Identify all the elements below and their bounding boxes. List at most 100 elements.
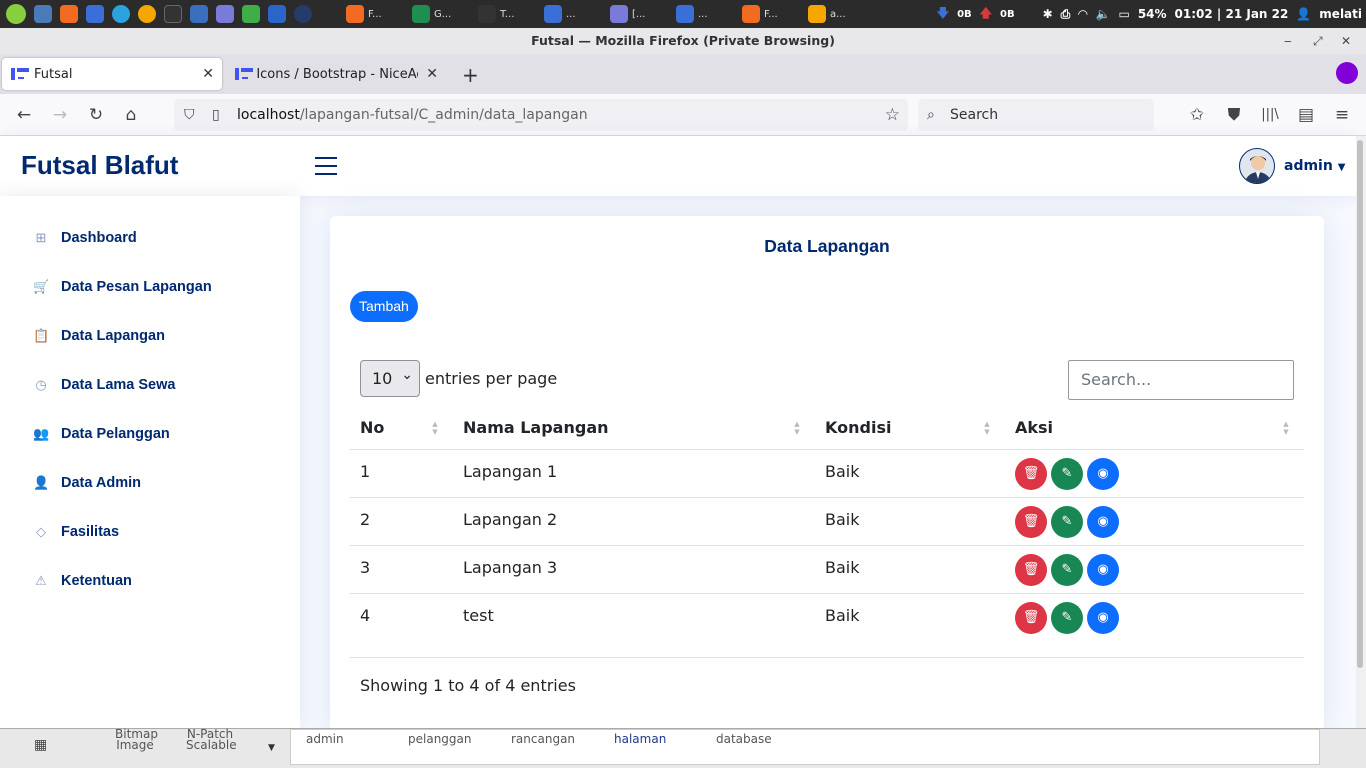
path-item[interactable]: rancangan: [511, 732, 575, 746]
tab-futsal[interactable]: Futsal ✕: [2, 58, 222, 90]
column-header-no[interactable]: No: [360, 407, 384, 449]
sidebar-item-data-pelanggan[interactable]: 👥 Data Pelanggan: [33, 422, 170, 446]
camera-icon: [190, 5, 208, 23]
taskbar-window-7[interactable]: a...: [804, 0, 864, 28]
battery-icon[interactable]: ▭: [1118, 7, 1129, 21]
start-menu-button[interactable]: [0, 0, 30, 28]
taskbar-window-3[interactable]: ...: [540, 0, 600, 28]
quicklaunch-browser[interactable]: [30, 0, 56, 28]
delete-button[interactable]: 🗑: [1015, 506, 1047, 538]
grid-view-icon[interactable]: ▦: [34, 737, 47, 753]
pencil-icon: ✎: [1061, 562, 1073, 577]
session-user[interactable]: melati: [1319, 7, 1362, 21]
sort-icon[interactable]: ▲ ▼: [983, 420, 991, 436]
extensions-icon[interactable]: ✩: [1186, 104, 1208, 126]
close-window-icon[interactable]: ✕: [1341, 28, 1351, 54]
app-menu-icon[interactable]: ≡: [1331, 104, 1353, 126]
close-tab-icon[interactable]: ✕: [426, 66, 438, 82]
sort-icon[interactable]: ▲ ▼: [1282, 420, 1290, 436]
add-button[interactable]: Tambah: [350, 291, 418, 322]
quicklaunch-firefox[interactable]: [56, 0, 82, 28]
column-header-aksi[interactable]: Aksi: [1015, 407, 1053, 449]
path-item[interactable]: halaman: [614, 732, 666, 746]
brand-logo[interactable]: Futsal Blafut: [21, 150, 178, 181]
path-item[interactable]: database: [716, 732, 772, 746]
quicklaunch-telegram[interactable]: [108, 0, 134, 28]
quicklaunch-calc[interactable]: [238, 0, 264, 28]
scrollbar-thumb[interactable]: [1357, 140, 1363, 668]
edit-button[interactable]: ✎: [1051, 506, 1083, 538]
clock[interactable]: 01:02 | 21 Jan 22: [1175, 7, 1289, 21]
taskbar-window-2[interactable]: T...: [474, 0, 534, 28]
sidebar-item-ketentuan[interactable]: ⚠ Ketentuan: [33, 569, 132, 593]
library-icon[interactable]: |||\: [1259, 104, 1281, 126]
sort-icon[interactable]: ▲ ▼: [793, 420, 801, 436]
printer-icon[interactable]: ⎙: [1061, 7, 1071, 22]
avatar[interactable]: [1239, 148, 1275, 184]
wifi-icon[interactable]: ◠: [1078, 7, 1087, 21]
delete-button[interactable]: 🗑: [1015, 602, 1047, 634]
sidebar-item-data-admin[interactable]: 👤 Data Admin: [33, 471, 141, 495]
bluetooth-icon[interactable]: ✱: [1043, 7, 1053, 21]
taskbar-window-4[interactable]: [...: [606, 0, 666, 28]
user-menu-toggle[interactable]: admin ▼: [1284, 158, 1345, 174]
delete-button[interactable]: 🗑: [1015, 458, 1047, 490]
sidebar-item-dashboard[interactable]: ⊞ Dashboard: [33, 226, 137, 250]
sidebar-toggle-icon[interactable]: ▤: [1295, 104, 1317, 126]
clipboard-icon: 📋: [33, 328, 50, 343]
file-icon: [676, 5, 694, 23]
minimize-icon[interactable]: ‒: [1284, 28, 1292, 54]
taskbar-window-6[interactable]: F...: [738, 0, 798, 28]
address-bar[interactable]: ⛉ ▯ localhost/lapangan-futsal/C_admin/da…: [174, 99, 908, 131]
path-item[interactable]: pelanggan: [408, 732, 472, 746]
new-tab-icon[interactable]: +: [462, 63, 479, 87]
forward-icon[interactable]: →: [49, 104, 71, 126]
sidebar-item-fasilitas[interactable]: ◇ Fasilitas: [33, 520, 119, 544]
quicklaunch-app[interactable]: [134, 0, 160, 28]
bookmark-star-icon[interactable]: ☆: [885, 99, 900, 131]
taskbar-window-0[interactable]: F...: [342, 0, 402, 28]
view-button[interactable]: ◉: [1087, 458, 1119, 490]
close-tab-icon[interactable]: ✕: [202, 66, 214, 82]
view-button[interactable]: ◉: [1087, 554, 1119, 586]
dropdown-arrow-icon[interactable]: ▼: [268, 743, 275, 753]
pocket-icon[interactable]: ⛊: [1223, 104, 1245, 126]
page-info-icon[interactable]: ▯: [212, 99, 220, 131]
entries-per-page-select[interactable]: 10: [360, 358, 420, 397]
column-header-kondisi[interactable]: Kondisi: [825, 407, 891, 449]
quicklaunch-screenshot[interactable]: [186, 0, 212, 28]
view-button[interactable]: ◉: [1087, 602, 1119, 634]
quicklaunch-python[interactable]: [290, 0, 316, 28]
quicklaunch-tasks[interactable]: [264, 0, 290, 28]
quicklaunch-terminal[interactable]: [160, 0, 186, 28]
home-icon[interactable]: ⌂: [120, 104, 142, 126]
sidebar-item-data-lama-sewa[interactable]: ◷ Data Lama Sewa: [33, 373, 175, 397]
path-item[interactable]: admin: [306, 732, 344, 746]
table-search-input[interactable]: Search...: [1068, 360, 1294, 400]
app-p-icon: [138, 5, 156, 23]
view-button[interactable]: ◉: [1087, 506, 1119, 538]
reload-icon[interactable]: ↻: [85, 104, 107, 126]
edit-button[interactable]: ✎: [1051, 602, 1083, 634]
sort-icon[interactable]: ▲ ▼: [431, 420, 439, 436]
back-icon[interactable]: ←: [13, 104, 35, 126]
panel-item[interactable]: N-Patch Scalable: [186, 728, 237, 751]
column-header-nama[interactable]: Nama Lapangan: [463, 407, 609, 449]
volume-icon[interactable]: 🔈: [1096, 7, 1111, 21]
sidebar-item-data-lapangan[interactable]: 📋 Data Lapangan: [33, 324, 165, 348]
panel-item[interactable]: Bitmap Image: [115, 728, 158, 751]
sidebar-toggle-button[interactable]: [315, 157, 337, 175]
taskbar-window-1[interactable]: G...: [408, 0, 468, 28]
edit-button[interactable]: ✎: [1051, 458, 1083, 490]
quicklaunch-editor[interactable]: [212, 0, 238, 28]
quicklaunch-files[interactable]: [82, 0, 108, 28]
browser-search-input[interactable]: ⌕ Search: [918, 99, 1154, 131]
gitkraken-icon: [412, 5, 430, 23]
shield-icon[interactable]: ⛉: [184, 99, 195, 131]
sidebar-item-data-pesan-lapangan[interactable]: 🛒 Data Pesan Lapangan: [33, 275, 212, 299]
edit-button[interactable]: ✎: [1051, 554, 1083, 586]
tab-icons-bootstrap[interactable]: Icons / Bootstrap - NiceAdm ✕: [226, 58, 446, 90]
taskbar-window-5[interactable]: ...: [672, 0, 732, 28]
delete-button[interactable]: 🗑: [1015, 554, 1047, 586]
maximize-icon[interactable]: ⤢: [1313, 28, 1323, 54]
